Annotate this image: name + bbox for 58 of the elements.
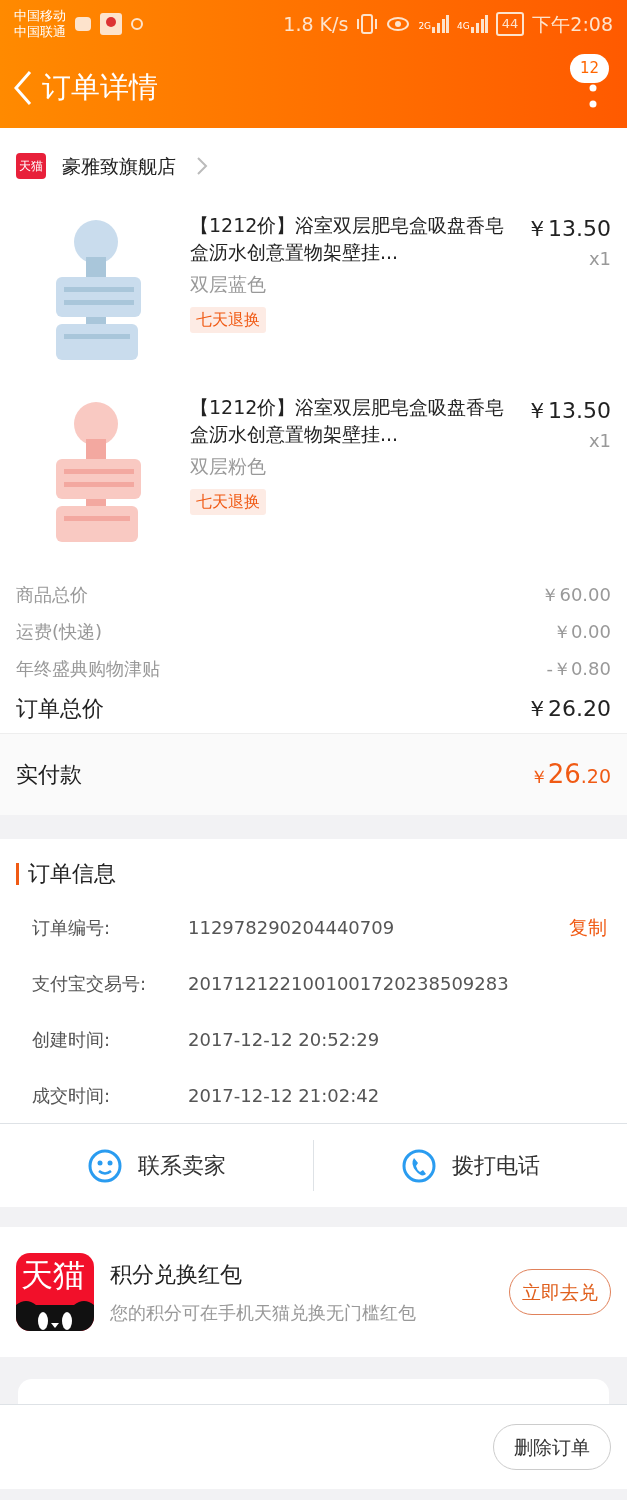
item-price: ￥13.50 (526, 215, 611, 243)
store-name[interactable]: 豪雅致旗舰店 (62, 151, 176, 181)
paid-label: 实付款 (16, 761, 82, 789)
section-title: 订单信息 (16, 863, 611, 885)
sku-label: 双层粉色 (190, 454, 266, 479)
price-value: ￥0.00 (552, 620, 611, 644)
app-icon (100, 13, 122, 35)
price-value: ￥26.20 (526, 694, 611, 723)
promo-title: 积分兑换红包 (110, 1261, 243, 1289)
promo-description: 您的积分可在手机天猫兑换无门槛红包 (110, 1301, 417, 1325)
redeem-button[interactable]: 立即去兑 (509, 1268, 611, 1316)
vibrate-icon (356, 13, 379, 35)
info-value: 2017-12-12 20:52:29 (188, 1027, 380, 1052)
network-speed: 1.8 K/s (283, 11, 349, 37)
info-label: 订单编号: (32, 915, 112, 940)
delete-order-button[interactable]: 删除订单 (493, 1423, 611, 1471)
logo-text: 天猫 (21, 1259, 85, 1291)
item-quantity: x1 (587, 429, 611, 453)
item-quantity: x1 (587, 247, 611, 271)
chat-face-icon (87, 1148, 122, 1183)
price-label: 运费(快递) (16, 620, 103, 644)
phone-icon (401, 1148, 436, 1183)
network-label: 2G (418, 19, 432, 33)
signal-icon (431, 15, 450, 33)
clock: 下午2:08 (532, 11, 613, 37)
info-label: 创建时间: (32, 1027, 112, 1052)
count-badge: 12 (569, 54, 609, 83)
service-tag: 七天退换 (190, 306, 266, 333)
info-value: 2017121221001001720238509283 (188, 971, 509, 996)
chevron-right-icon[interactable] (196, 156, 208, 176)
info-value: 2017-12-12 21:02:42 (188, 1083, 380, 1108)
signal-icon (469, 15, 488, 33)
notification-icon (74, 15, 92, 33)
info-label: 成交时间: (32, 1083, 112, 1108)
sku-label: 双层蓝色 (190, 272, 266, 297)
network-label: 4G (457, 19, 470, 33)
paid-amount: ￥26.20 (529, 758, 611, 791)
product-title[interactable]: 【1212价】浴室双层肥皂盒吸盘香皂盒沥水创意置物架壁挂... (190, 394, 510, 448)
price-label: 年终盛典购物津贴 (16, 657, 160, 681)
price-label: 订单总价 (16, 694, 104, 723)
carrier-name: 中国联通 (14, 24, 66, 41)
store-logo[interactable]: 天猫 (16, 153, 46, 179)
back-icon[interactable] (12, 70, 34, 106)
price-label: 商品总价 (16, 583, 88, 607)
contact-seller-button[interactable]: 联系卖家 (0, 1140, 313, 1191)
info-value: 112978290204440709 (188, 915, 395, 940)
carrier-name: 中国移动 (14, 7, 66, 24)
price-value: ￥60.00 (541, 583, 611, 607)
eye-icon (386, 15, 411, 33)
call-button[interactable]: 拨打电话 (313, 1140, 627, 1191)
page-title: 订单详情 (42, 69, 158, 107)
sync-icon (130, 17, 144, 31)
price-value: -￥0.80 (546, 657, 611, 681)
info-label: 支付宝交易号: (32, 971, 148, 996)
battery-level: 44 (495, 12, 525, 36)
item-price: ￥13.50 (526, 397, 611, 425)
product-title[interactable]: 【1212价】浴室双层肥皂盒吸盘香皂盒沥水创意置物架壁挂... (190, 212, 510, 266)
service-tag: 七天退换 (190, 488, 266, 515)
